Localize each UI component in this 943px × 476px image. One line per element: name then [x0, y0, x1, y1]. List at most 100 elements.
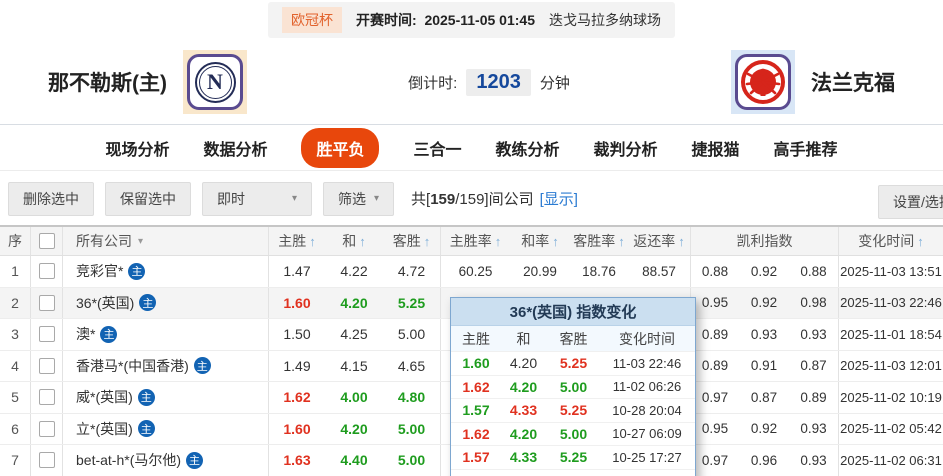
match-info-bar: 欧冠杯 开赛时间: 2025-11-05 01:45 迭戈马拉多纳球场 — [0, 0, 943, 40]
sort-arrow-icon: ↑ — [359, 233, 366, 249]
odds-away[interactable]: 4.80 — [383, 382, 440, 413]
odds-draw[interactable]: 4.22 — [325, 256, 383, 287]
odds-away[interactable]: 5.00 — [383, 445, 440, 476]
odds-away[interactable]: 5.00 — [383, 414, 440, 445]
kelly-home: 0.88 — [690, 256, 739, 287]
odds-home[interactable]: 1.63 — [268, 445, 325, 476]
header-away-rate[interactable]: 客胜率 ↑ — [570, 227, 628, 255]
sort-arrow-icon: ↑ — [917, 233, 924, 249]
header-home-odds[interactable]: 主胜 ↑ — [268, 227, 325, 255]
kelly-away: 0.89 — [800, 389, 827, 405]
odds-home[interactable]: 1.60 — [268, 287, 325, 318]
row-checkbox-cell — [30, 413, 62, 444]
odds-home[interactable]: 1.47 — [268, 256, 325, 287]
popup-header-home: 主胜 — [462, 330, 490, 347]
odds-draw[interactable]: 4.15 — [325, 351, 383, 382]
settings-button[interactable]: 设置/选择 — [878, 185, 943, 219]
kelly-home: 0.95 — [690, 287, 739, 318]
popup-change-time: 11-03 22:46 — [612, 355, 682, 371]
change-time: 2025-11-03 13:51 — [838, 256, 943, 287]
odds-home[interactable]: 1.50 — [268, 319, 325, 350]
tab-win-draw-lose[interactable]: 胜平负 — [301, 127, 380, 168]
row-checkbox-cell — [30, 319, 62, 350]
odds-home[interactable]: 1.49 — [268, 350, 325, 381]
row-checkbox[interactable] — [38, 389, 55, 406]
select-all-checkbox[interactable] — [38, 233, 55, 249]
row-checkbox-cell — [30, 350, 62, 381]
row-seq: 5 — [11, 389, 19, 406]
header-draw-odds[interactable]: 和 ↑ — [325, 227, 383, 255]
kelly-draw: 0.92 — [750, 295, 778, 311]
row-seq: 6 — [11, 420, 19, 437]
row-checkbox[interactable] — [38, 452, 55, 469]
company-cell[interactable]: 竞彩官* 主 — [62, 256, 268, 287]
company-cell[interactable]: 香港马*(中国香港) 主 — [62, 350, 268, 381]
popup-row: 1.57 4.33 5.25 10-28 20:04 — [451, 398, 695, 422]
show-link[interactable]: [显示] — [540, 188, 578, 209]
row-checkbox[interactable] — [38, 263, 55, 280]
kelly-home: 0.97 — [690, 382, 739, 413]
odds-draw[interactable]: 4.00 — [325, 382, 383, 413]
tab-live-analysis[interactable]: 现场分析 — [105, 136, 169, 160]
popup-odds-draw: 4.33 — [509, 449, 538, 466]
odds-away[interactable]: 5.00 — [383, 319, 440, 350]
odds-change-popup: 36*(英国) 指数变化 主胜 和 客胜 变化时间 1.60 4.20 5.25… — [450, 297, 696, 476]
popup-odds-away: 5.00 — [559, 425, 588, 442]
odds-away[interactable]: 4.65 — [383, 351, 440, 382]
popup-header-away: 客胜 — [559, 330, 588, 347]
popup-row: 1.62 4.20 5.00 10-27 06:09 — [451, 421, 695, 446]
row-checkbox[interactable] — [38, 420, 55, 437]
popup-odds-home: 1.57 — [462, 449, 490, 466]
company-cell[interactable]: 36*(英国) 主 — [62, 287, 268, 318]
row-checkbox[interactable] — [38, 357, 55, 374]
tab-three-in-one[interactable]: 三合一 — [413, 136, 461, 160]
company-cell[interactable]: bet-at-h*(马尔他) 主 — [62, 445, 268, 476]
header-away-odds[interactable]: 客胜 ↑ — [383, 227, 440, 255]
tab-referee-analysis[interactable]: 裁判分析 — [594, 136, 658, 160]
home-badge-icon: 主 — [139, 294, 157, 312]
company-cell[interactable]: 威*(英国) 主 — [62, 382, 268, 413]
row-checkbox[interactable] — [38, 326, 55, 343]
tab-expert-picks[interactable]: 高手推荐 — [774, 136, 838, 160]
header-change-time[interactable]: 变化时间 ↑ — [838, 227, 943, 255]
popup-odds-draw: 4.20 — [509, 378, 538, 395]
odds-draw[interactable]: 4.40 — [325, 445, 383, 476]
company-cell[interactable]: 立*(英国) 主 — [62, 413, 268, 444]
away-team: 法兰克福 — [731, 50, 895, 114]
change-time: 2025-11-02 05:42 — [838, 413, 943, 444]
tab-coach-analysis[interactable]: 教练分析 — [496, 136, 560, 160]
company-cell[interactable]: 澳* 主 — [62, 319, 268, 350]
sort-arrow-icon: ↑ — [678, 233, 685, 249]
kelly-home: 0.97 — [690, 445, 739, 476]
tab-data-analysis[interactable]: 数据分析 — [203, 136, 267, 160]
odds-home[interactable]: 1.62 — [268, 382, 325, 413]
row-checkbox-cell — [30, 256, 62, 287]
header-return-rate[interactable]: 返还率 ↑ — [628, 227, 690, 255]
popup-change-time: 10-25 17:27 — [612, 449, 682, 465]
odds-comparison-page: 欧冠杯 开赛时间: 2025-11-05 01:45 迭戈马拉多纳球场 那不勒斯… — [0, 0, 943, 476]
odds-away[interactable]: 4.72 — [383, 256, 440, 287]
header-draw-rate[interactable]: 和率 ↑ — [510, 227, 570, 255]
instant-dropdown[interactable]: 即时 ▾ — [202, 181, 312, 216]
delete-selected-button[interactable]: 删除选中 — [8, 181, 94, 216]
odds-away[interactable]: 5.25 — [383, 288, 440, 319]
company-name: 36*(英国) — [76, 294, 135, 311]
row-checkbox[interactable] — [38, 294, 55, 311]
popup-odds-draw: 4.33 — [509, 402, 538, 419]
company-name: 澳* — [76, 326, 96, 343]
odds-draw[interactable]: 4.20 — [325, 414, 383, 445]
home-badge-icon: 主 — [100, 325, 118, 343]
header-home-rate[interactable]: 主胜率 ↑ — [440, 227, 510, 255]
odds-home[interactable]: 1.60 — [268, 413, 325, 444]
tab-jiebao-cat[interactable]: 捷报猫 — [692, 136, 740, 160]
odds-draw[interactable]: 4.25 — [325, 319, 383, 350]
header-company[interactable]: 所有公司 ▾ — [62, 227, 268, 255]
keep-selected-button[interactable]: 保留选中 — [105, 181, 191, 216]
change-time: 2025-11-02 06:31 — [838, 445, 943, 476]
countdown-unit: 分钟 — [539, 74, 570, 92]
change-time: 2025-11-02 10:19 — [838, 382, 943, 413]
filter-dropdown[interactable]: 筛选 ▾ — [323, 181, 395, 216]
odds-draw[interactable]: 4.20 — [325, 288, 383, 319]
row-seq: 2 — [11, 294, 19, 311]
popup-odds-home: 1.57 — [462, 402, 490, 419]
